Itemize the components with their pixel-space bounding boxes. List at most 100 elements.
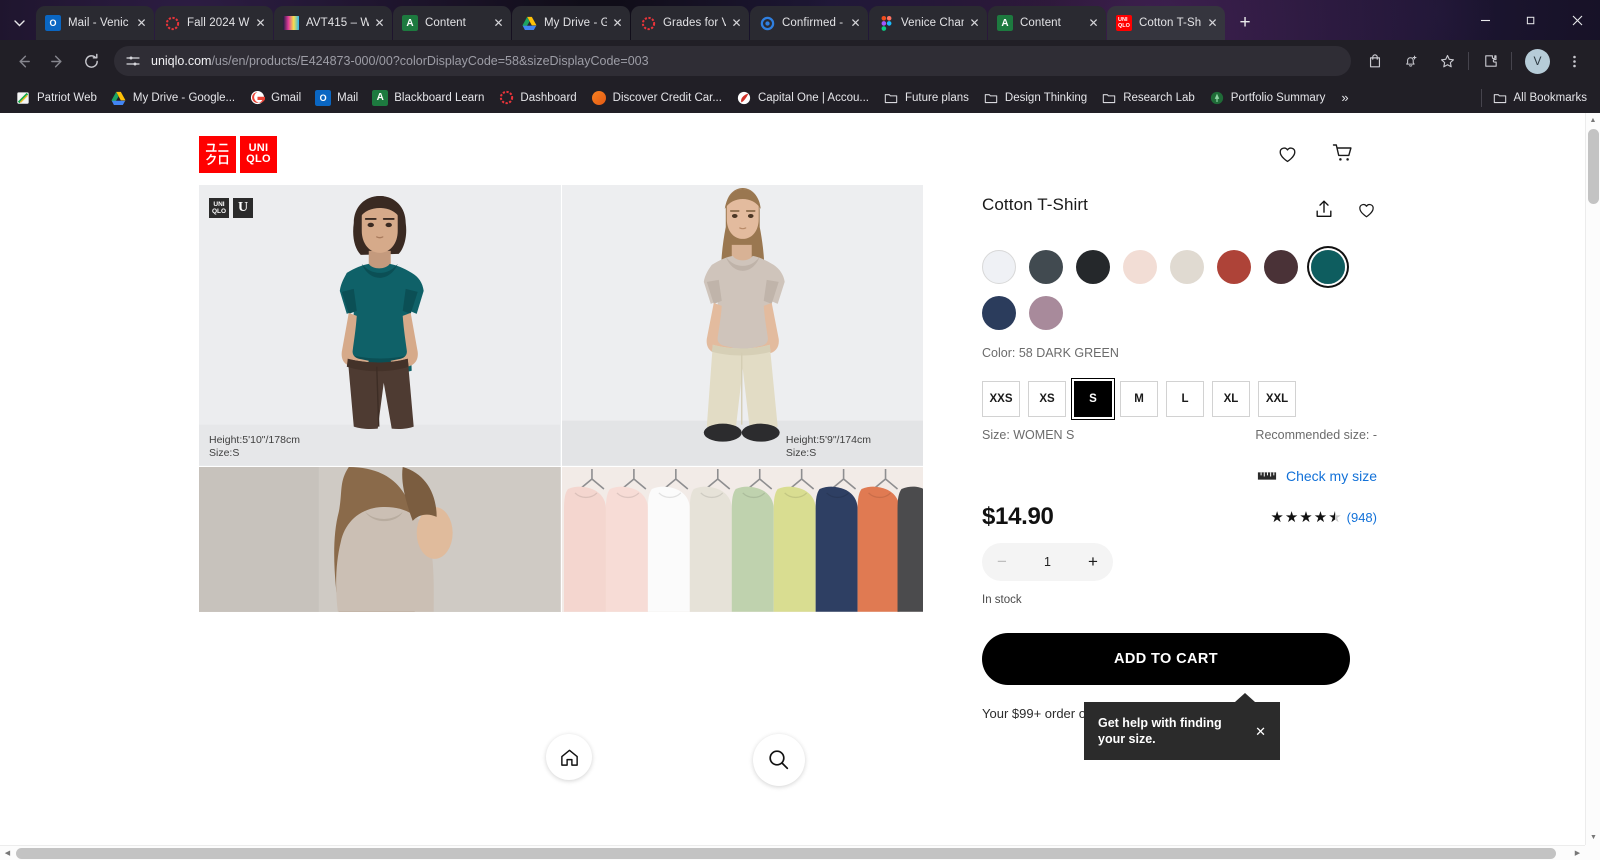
review-count[interactable]: (948) <box>1347 510 1377 525</box>
scroll-up-button[interactable]: ▲ <box>1586 113 1600 128</box>
toolbar-divider-2 <box>1511 52 1512 70</box>
search-float-button[interactable] <box>753 734 805 786</box>
browser-tab-active[interactable]: UNI QLO Cotton T-Sh ✕ <box>1107 6 1225 40</box>
maximize-button[interactable] <box>1508 0 1554 40</box>
tab-title: Content <box>425 17 466 29</box>
color-swatch[interactable] <box>1076 250 1110 284</box>
tab-close-button[interactable]: ✕ <box>133 15 150 32</box>
reload-button[interactable] <box>76 46 106 76</box>
bookmark-item[interactable]: Dashboard <box>491 86 583 110</box>
color-swatch[interactable] <box>1264 250 1298 284</box>
check-my-size-link[interactable]: Check my size <box>1286 468 1377 484</box>
size-option[interactable]: XL <box>1212 381 1250 417</box>
size-option[interactable]: L <box>1166 381 1204 417</box>
bookmark-item[interactable]: O Mail <box>308 86 365 110</box>
browser-tab[interactable]: Fall 2024 W ✕ <box>155 6 273 40</box>
bookmark-item[interactable]: Research Lab <box>1094 86 1202 110</box>
site-settings-icon[interactable] <box>122 50 144 72</box>
profile-avatar[interactable]: V <box>1525 48 1550 74</box>
close-window-button[interactable] <box>1554 0 1600 40</box>
gallery-image-3[interactable] <box>199 467 561 612</box>
cart-icon[interactable] <box>1331 141 1355 165</box>
size-option[interactable]: M <box>1120 381 1158 417</box>
vertical-scroll-thumb[interactable] <box>1588 129 1599 204</box>
tab-close-button[interactable]: ✕ <box>609 15 626 32</box>
gallery-image-1[interactable]: UNI QLO U Height:5'10"/178cm Size:S <box>199 185 561 466</box>
color-swatch[interactable] <box>1029 296 1063 330</box>
color-swatch-selected[interactable] <box>1311 250 1345 284</box>
notification-bell-icon[interactable] <box>1396 46 1426 76</box>
bookmark-item[interactable]: Future plans <box>876 86 976 110</box>
browser-tab[interactable]: A Content ✕ <box>988 6 1106 40</box>
color-swatches <box>982 250 1365 330</box>
size-option[interactable]: XXS <box>982 381 1020 417</box>
heart-icon[interactable] <box>1356 199 1377 220</box>
tab-close-button[interactable]: ✕ <box>1204 15 1221 32</box>
bookmark-item[interactable]: My Drive - Google... <box>104 86 242 110</box>
caption-size-1: Size:S <box>209 447 240 459</box>
address-bar[interactable]: uniqlo.com/us/en/products/E424873-000/00… <box>114 46 1351 76</box>
scroll-right-button[interactable]: ▶ <box>1570 849 1585 857</box>
wishlist-icon[interactable] <box>1276 142 1299 165</box>
size-option[interactable]: XXL <box>1258 381 1296 417</box>
bookmark-item[interactable]: Gmail <box>242 86 308 110</box>
forward-button[interactable] <box>42 46 72 76</box>
browser-tab[interactable]: Grades for V ✕ <box>631 6 749 40</box>
bookmarks-overflow-button[interactable]: » <box>1332 90 1357 105</box>
bookmark-item[interactable]: Design Thinking <box>976 86 1094 110</box>
uniqlo-badge-square: UNI QLO <box>209 198 229 218</box>
scroll-left-button[interactable]: ◀ <box>0 849 15 857</box>
browser-tab[interactable]: Venice Chan ✕ <box>869 6 987 40</box>
tab-close-button[interactable]: ✕ <box>371 15 388 32</box>
color-swatch[interactable] <box>1170 250 1204 284</box>
bookmark-item[interactable]: Portfolio Summary <box>1202 86 1333 110</box>
color-swatch[interactable] <box>982 250 1016 284</box>
tab-close-button[interactable]: ✕ <box>1085 15 1102 32</box>
tab-close-button[interactable]: ✕ <box>252 15 269 32</box>
rating-block[interactable]: ★★★★★ (948) <box>1270 510 1377 525</box>
vertical-scrollbar[interactable]: ▲ ▼ <box>1585 113 1600 845</box>
size-option[interactable]: XS <box>1028 381 1066 417</box>
color-swatch[interactable] <box>982 296 1016 330</box>
tab-close-button[interactable]: ✕ <box>490 15 507 32</box>
extensions-puzzle-icon[interactable] <box>1475 46 1505 76</box>
gallery-image-4[interactable] <box>561 467 923 612</box>
browser-tab[interactable]: Confirmed - ✕ <box>750 6 868 40</box>
horizontal-scrollbar[interactable]: ◀ ▶ <box>0 845 1600 860</box>
size-option-selected[interactable]: S <box>1074 381 1112 417</box>
bookmark-item[interactable]: Discover Credit Car... <box>584 86 729 110</box>
back-button[interactable] <box>8 46 38 76</box>
quantity-increase-button[interactable]: + <box>1088 552 1098 572</box>
bookmark-star-icon[interactable] <box>1432 46 1462 76</box>
quantity-stepper[interactable]: − 1 + <box>982 543 1113 581</box>
tab-search-button[interactable] <box>4 9 34 37</box>
add-to-cart-button[interactable]: ADD TO CART <box>982 633 1350 685</box>
bookmark-item[interactable]: Capital One | Accou... <box>729 86 876 110</box>
quantity-decrease-button[interactable]: − <box>997 552 1007 572</box>
browser-tab[interactable]: AVT415 – W ✕ <box>274 6 392 40</box>
new-tab-button[interactable]: + <box>1231 9 1259 37</box>
bookmark-item[interactable]: A Blackboard Learn <box>365 86 491 110</box>
horizontal-scroll-thumb[interactable] <box>16 848 1556 859</box>
color-swatch[interactable] <box>1217 250 1251 284</box>
all-bookmarks-button[interactable]: All Bookmarks <box>1485 86 1595 110</box>
browser-tab[interactable]: My Drive - G ✕ <box>512 6 630 40</box>
tab-close-button[interactable]: ✕ <box>966 15 983 32</box>
gallery-image-2[interactable]: Height:5'9"/174cm Size:S <box>561 185 923 466</box>
tab-close-button[interactable]: ✕ <box>847 15 864 32</box>
browser-tab[interactable]: A Content ✕ <box>393 6 511 40</box>
tab-close-button[interactable]: ✕ <box>728 15 745 32</box>
browser-tab[interactable]: O Mail - Venic ✕ <box>36 6 154 40</box>
bookmark-item[interactable]: Patriot Web <box>8 86 104 110</box>
color-swatch[interactable] <box>1123 250 1157 284</box>
home-float-button[interactable] <box>546 734 592 780</box>
minimize-button[interactable] <box>1462 0 1508 40</box>
uniqlo-logo[interactable]: ユニ クロ UNI QLO <box>199 135 281 173</box>
uniqlo-page: ユニ クロ UNI QLO UNI QLO U Height:5'10"/178… <box>0 113 1585 845</box>
share-icon[interactable] <box>1314 199 1334 220</box>
chrome-menu-icon[interactable] <box>1559 46 1589 76</box>
scroll-down-button[interactable]: ▼ <box>1586 830 1600 845</box>
tooltip-close-button[interactable]: ✕ <box>1255 724 1266 740</box>
color-swatch[interactable] <box>1029 250 1063 284</box>
shopping-bag-icon[interactable] <box>1360 46 1390 76</box>
